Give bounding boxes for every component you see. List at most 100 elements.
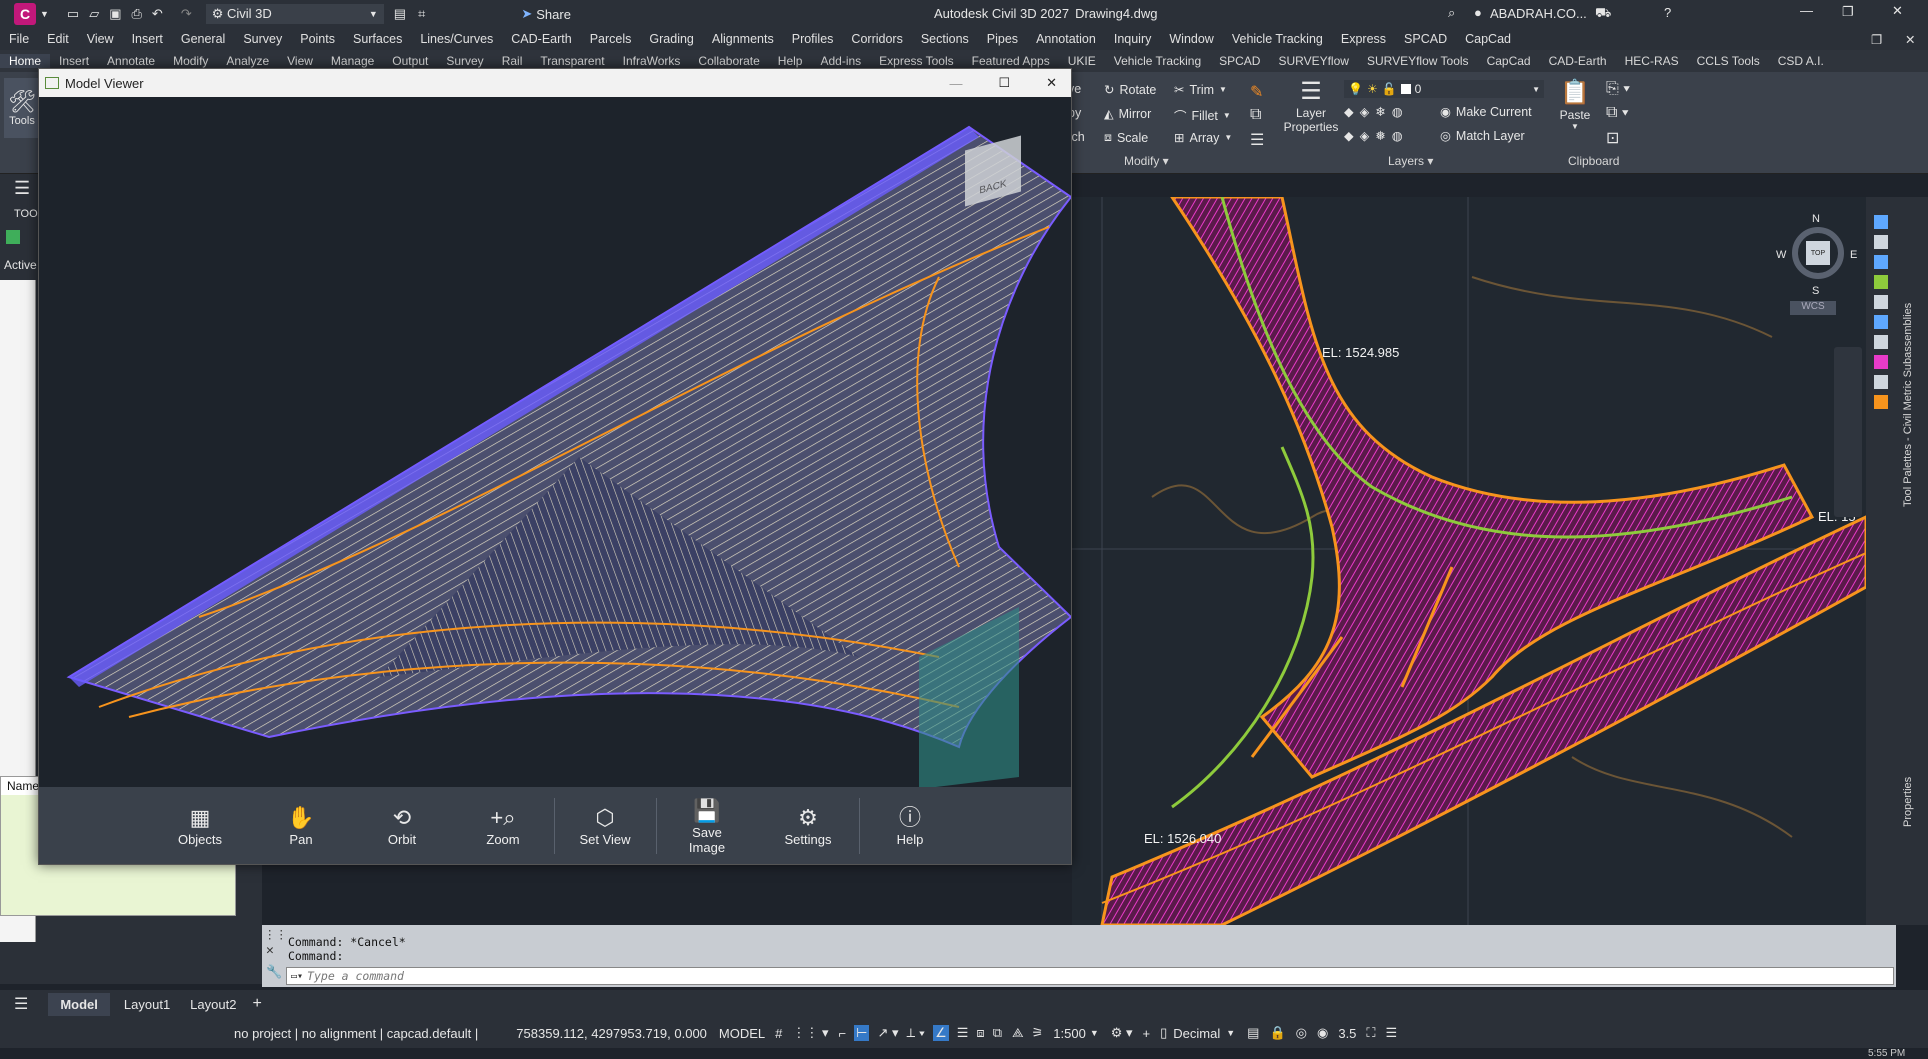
palette-tool-icon[interactable]: [1874, 355, 1888, 369]
palette-tool-icon[interactable]: [1874, 335, 1888, 349]
add-layout-icon[interactable]: +: [252, 995, 261, 1013]
transparency-icon[interactable]: ⧈: [976, 1025, 984, 1041]
menu-grading[interactable]: Grading: [640, 32, 702, 46]
drawing-canvas[interactable]: EL: 1524.985 EL: 1526.040 EL: 15 TOP N S…: [1072, 197, 1866, 925]
menu-surfaces[interactable]: Surfaces: [344, 32, 411, 46]
grid-icon[interactable]: #: [775, 1026, 782, 1041]
close-icon[interactable]: ✕: [1892, 3, 1903, 19]
prospector-icon[interactable]: [6, 230, 20, 244]
erase-icon[interactable]: ✎: [1250, 82, 1263, 102]
layer-freeze-icon[interactable]: ❄: [1375, 104, 1385, 119]
tab-ccls-tools[interactable]: CCLS Tools: [1688, 54, 1769, 68]
selection-cycling-icon[interactable]: ⧉: [993, 1025, 1002, 1041]
copy-base-icon[interactable]: ⊡: [1606, 128, 1619, 148]
model-viewer-title-bar[interactable]: Model Viewer — ☐ ✕: [39, 69, 1071, 97]
match-layer-button[interactable]: ◎ Match Layer: [1440, 128, 1525, 144]
tab-spcad[interactable]: SPCAD: [1210, 54, 1269, 68]
save-icon[interactable]: ▣: [109, 6, 121, 22]
menu-general[interactable]: General: [172, 32, 234, 46]
menu-survey[interactable]: Survey: [234, 32, 291, 46]
tab-featured-apps[interactable]: Featured Apps: [963, 54, 1059, 68]
graphics-performance-icon[interactable]: ◉: [1317, 1025, 1328, 1041]
palette-tool-icon[interactable]: [1874, 235, 1888, 249]
new-file-icon[interactable]: ▭: [67, 6, 79, 22]
app-logo[interactable]: C: [14, 3, 36, 25]
open-file-icon[interactable]: ▱: [89, 6, 99, 22]
layer-unlock-icon[interactable]: ◍: [1392, 128, 1403, 143]
close-icon[interactable]: ✕: [1046, 75, 1057, 91]
tab-rail[interactable]: Rail: [493, 54, 532, 68]
polar-icon[interactable]: ⊢: [854, 1025, 870, 1041]
menu-insert[interactable]: Insert: [123, 32, 172, 46]
menu-pipes[interactable]: Pipes: [978, 32, 1027, 46]
menu-points[interactable]: Points: [291, 32, 344, 46]
search-icon[interactable]: ⌕: [1448, 5, 1455, 21]
lock-ui-icon[interactable]: 🔒: [1269, 1025, 1285, 1041]
customize-icon[interactable]: ☰: [1386, 1025, 1398, 1041]
settings-button[interactable]: ⚙ Settings: [758, 804, 859, 847]
workspace-gear-icon[interactable]: ⚙ ▾: [1111, 1025, 1133, 1041]
cart-icon[interactable]: ⛟: [1595, 5, 1611, 23]
customize-wrench-icon[interactable]: 🔧: [266, 965, 282, 980]
hamburger-icon[interactable]: ☰: [14, 178, 30, 199]
menu-corridors[interactable]: Corridors: [842, 32, 911, 46]
user-icon[interactable]: ●: [1474, 5, 1482, 20]
menu-spcad[interactable]: SPCAD: [1395, 32, 1456, 46]
model-viewer-canvas[interactable]: BACK: [39, 97, 1071, 789]
tab-home[interactable]: Home: [0, 54, 51, 68]
palette-tool-icon[interactable]: [1874, 395, 1888, 409]
scale-button[interactable]: ⧈ Scale: [1104, 130, 1148, 145]
autoscale-icon[interactable]: ⚞: [1032, 1025, 1044, 1041]
orbit-button[interactable]: ⟲ Orbit: [352, 804, 453, 847]
minimize-icon[interactable]: —: [949, 76, 962, 91]
palette-tool-icon[interactable]: [1874, 295, 1888, 309]
save-image-button[interactable]: 💾 Save Image: [657, 797, 758, 855]
array-button[interactable]: ⊞ Array ▼: [1174, 130, 1232, 146]
palette-tool-icon[interactable]: [1874, 275, 1888, 289]
annotation-scale[interactable]: 1:500: [1053, 1026, 1086, 1041]
menu-annotation[interactable]: Annotation: [1027, 32, 1105, 46]
tab-hec-ras[interactable]: HEC-RAS: [1616, 54, 1688, 68]
fillet-button[interactable]: ⌒ Fillet ▼: [1174, 106, 1231, 125]
print-icon[interactable]: ⎙: [132, 6, 142, 22]
redo-icon[interactable]: ↷: [181, 6, 192, 22]
tab-survey[interactable]: Survey: [437, 54, 492, 68]
menu-alignments[interactable]: Alignments: [703, 32, 783, 46]
tab-collaborate[interactable]: Collaborate: [689, 54, 768, 68]
user-name[interactable]: ABADRAH.CO...: [1490, 6, 1587, 21]
workspace-selector[interactable]: ⚙ Civil 3D ▼: [205, 4, 384, 24]
tab-analyze[interactable]: Analyze: [217, 54, 278, 68]
tab-cad-earth[interactable]: CAD-Earth: [1540, 54, 1616, 68]
lineweight-value[interactable]: 3.5: [1338, 1026, 1356, 1041]
objects-button[interactable]: ▦ Objects: [150, 804, 251, 847]
menu-sections[interactable]: Sections: [912, 32, 978, 46]
menu-cad-earth[interactable]: CAD-Earth: [502, 32, 580, 46]
annotation-visibility-icon[interactable]: ⟁: [1012, 1025, 1024, 1041]
tab-view[interactable]: View: [278, 54, 322, 68]
palette-tool-icon[interactable]: [1874, 315, 1888, 329]
close-icon[interactable]: ✕: [266, 943, 274, 958]
add-icon[interactable]: +: [1143, 1026, 1151, 1041]
restore-icon[interactable]: ❐: [1862, 32, 1891, 47]
clipboard-panel-title[interactable]: Clipboard: [1568, 154, 1619, 168]
wcs-dropdown[interactable]: WCS: [1790, 301, 1836, 315]
layer-properties-button[interactable]: ☰ Layer Properties: [1282, 78, 1340, 134]
layer-lock-icon[interactable]: ◍: [1392, 104, 1403, 119]
toolbar-folder-icon[interactable]: ▤: [394, 6, 406, 22]
units-icon[interactable]: ▯: [1160, 1025, 1167, 1041]
maximize-icon[interactable]: ❐: [1842, 4, 1854, 20]
tab-ukie[interactable]: UKIE: [1059, 54, 1105, 68]
menu-capcad[interactable]: CapCad: [1456, 32, 1520, 46]
lineweight-icon[interactable]: ☰: [957, 1025, 969, 1041]
layer-unisolate-icon[interactable]: ◈: [1360, 128, 1370, 143]
view-cube-top[interactable]: TOP: [1806, 241, 1830, 265]
isodraft-icon[interactable]: ↗ ▾: [877, 1025, 898, 1041]
tab-surveyflow-tools[interactable]: SURVEYflow Tools: [1358, 54, 1478, 68]
explode-icon[interactable]: ⧉: [1250, 106, 1261, 124]
menu-express[interactable]: Express: [1332, 32, 1395, 46]
tab-vehicle-tracking[interactable]: Vehicle Tracking: [1105, 54, 1210, 68]
layers-panel-title[interactable]: Layers ▾: [1388, 154, 1433, 168]
undo-icon[interactable]: ↶: [152, 6, 163, 22]
tab-modify[interactable]: Modify: [164, 54, 217, 68]
menu-profiles[interactable]: Profiles: [783, 32, 843, 46]
